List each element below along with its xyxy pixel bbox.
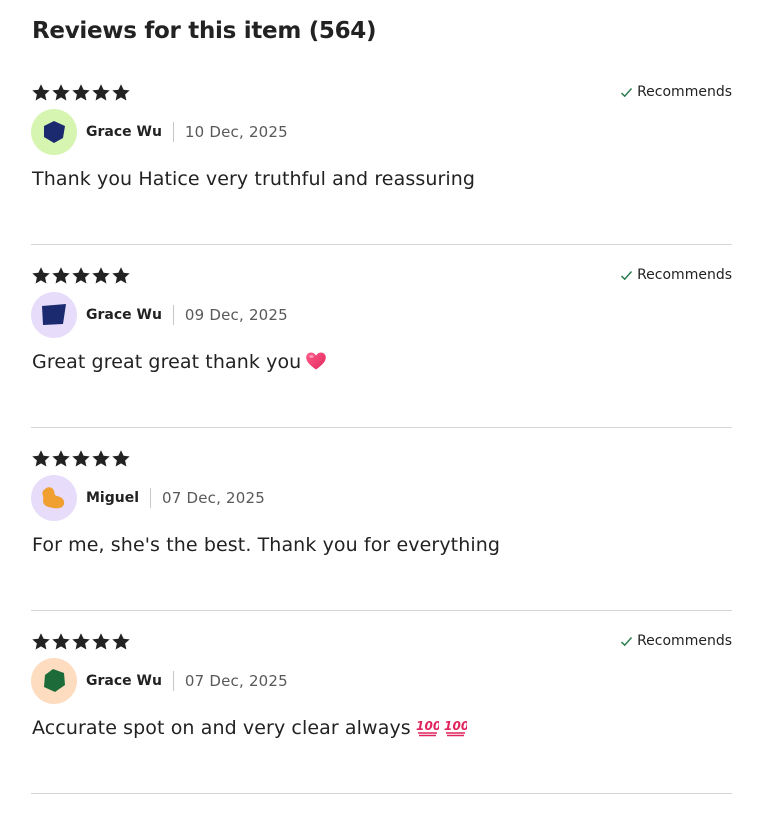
divider — [172, 122, 174, 142]
star-icon — [72, 84, 90, 101]
review-text-content: Accurate spot on and very clear always — [32, 717, 411, 739]
review-text-content: Great great great thank you — [32, 351, 302, 373]
star-icon — [112, 267, 130, 284]
star-icon — [92, 633, 110, 650]
avatar[interactable] — [31, 292, 77, 338]
recommends-label: Recommends — [637, 633, 732, 649]
recommends-badge: Recommends — [620, 84, 732, 100]
recommends-badge: Recommends — [620, 267, 732, 283]
hundred-points-emoji-icon: 100 — [443, 717, 467, 737]
review-item: Recommends Grace Wu 09 Dec, 2025 Great g… — [31, 245, 732, 428]
recommends-label: Recommends — [637, 267, 732, 283]
star-icon — [32, 450, 50, 467]
star-icon — [112, 84, 130, 101]
review-date: 07 Dec, 2025 — [162, 489, 266, 507]
review-text: For me, she's the best. Thank you for ev… — [32, 534, 500, 556]
divider — [150, 488, 152, 508]
star-icon — [32, 84, 50, 101]
avatar[interactable] — [31, 109, 77, 155]
review-text: Thank you Hatice very truthful and reass… — [32, 168, 475, 190]
star-icon — [72, 267, 90, 284]
review-text: Great great great thank you — [32, 351, 327, 373]
check-icon — [621, 87, 633, 97]
star-rating — [31, 266, 131, 286]
review-item: Recommends Grace Wu 07 Dec, 2025 Accurat… — [31, 611, 732, 794]
star-icon — [32, 267, 50, 284]
star-icon — [72, 633, 90, 650]
star-rating — [31, 449, 131, 469]
star-icon — [52, 267, 70, 284]
author-name[interactable]: Miguel — [86, 490, 139, 506]
review-date: 09 Dec, 2025 — [184, 306, 288, 324]
author-name[interactable]: Grace Wu — [86, 124, 162, 140]
star-icon — [32, 633, 50, 650]
check-icon — [621, 270, 633, 280]
recommends-badge: Recommends — [620, 633, 732, 649]
star-icon — [112, 450, 130, 467]
star-rating — [31, 632, 131, 652]
hundred-points-emoji-icon: 100 — [415, 717, 439, 737]
review-date: 10 Dec, 2025 — [184, 123, 288, 141]
star-icon — [72, 450, 90, 467]
star-icon — [52, 633, 70, 650]
avatar[interactable] — [31, 475, 77, 521]
star-icon — [52, 450, 70, 467]
recommends-label: Recommends — [637, 84, 732, 100]
star-icon — [92, 267, 110, 284]
review-text-content: Thank you Hatice very truthful and reass… — [32, 168, 476, 190]
star-rating — [31, 83, 131, 103]
star-icon — [92, 450, 110, 467]
divider — [172, 671, 174, 691]
reviews-heading: Reviews for this item (564) — [32, 18, 377, 44]
divider — [172, 305, 174, 325]
review-date: 07 Dec, 2025 — [184, 672, 288, 690]
star-icon — [112, 633, 130, 650]
heart-emoji-icon — [305, 351, 327, 371]
review-item: Recommends Grace Wu 10 Dec, 2025 Thank y… — [31, 62, 732, 245]
star-icon — [52, 84, 70, 101]
review-text-content: For me, she's the best. Thank you for ev… — [32, 534, 501, 556]
review-item: Miguel 07 Dec, 2025 For me, she's the be… — [31, 428, 732, 611]
svg-text:100: 100 — [444, 719, 467, 733]
author-name[interactable]: Grace Wu — [86, 307, 162, 323]
review-text: Accurate spot on and very clear always 10… — [32, 717, 467, 739]
author-name[interactable]: Grace Wu — [86, 673, 162, 689]
avatar[interactable] — [31, 658, 77, 704]
svg-text:100: 100 — [416, 719, 439, 733]
star-icon — [92, 84, 110, 101]
check-icon — [621, 636, 633, 646]
